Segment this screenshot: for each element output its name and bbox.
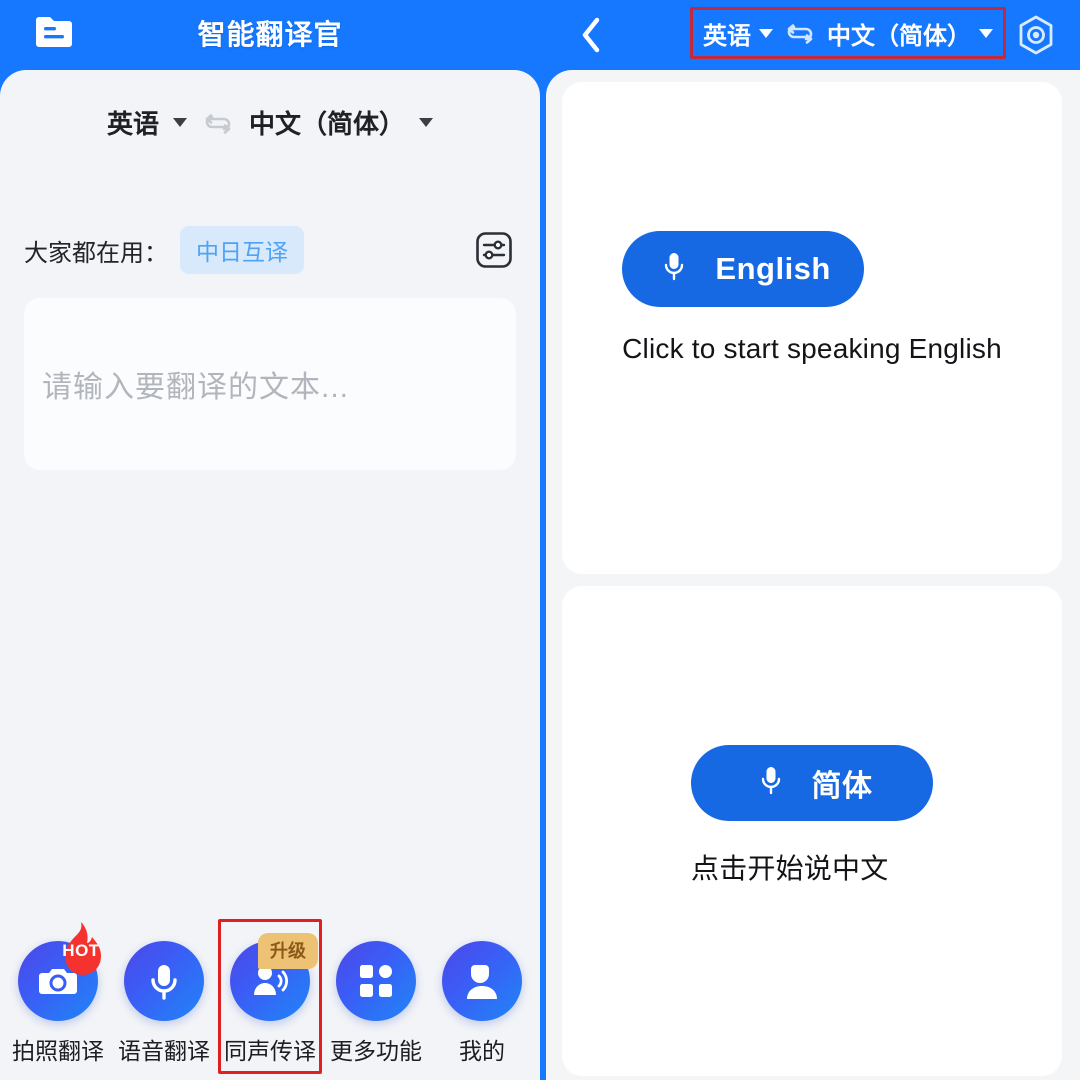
- right-panel: English Click to start speaking English …: [546, 70, 1080, 1080]
- app-root: 智能翻译官 英语 中文（简体） 英语 中文（简体） 大家都在用： 中日互译 请输…: [0, 0, 1080, 1080]
- nav-label-profile: 我的: [459, 1038, 505, 1064]
- speak-english-button-label: English: [715, 251, 831, 286]
- nav-item-more-features[interactable]: 更多功能: [324, 941, 428, 1066]
- left-language-selector: 英语 中文（简体）: [0, 104, 540, 141]
- microphone-icon[interactable]: [124, 941, 204, 1021]
- voice-card-english: English Click to start speaking English: [562, 82, 1062, 574]
- sliders-icon[interactable]: [472, 228, 516, 272]
- user-profile-icon[interactable]: [442, 941, 522, 1021]
- nav-label-voice-translate: 语音翻译: [118, 1038, 210, 1064]
- microphone-icon: [661, 250, 687, 289]
- speak-chinese-button-label: 简体: [811, 770, 873, 803]
- nav-label-simultaneous-interpretation: 同声传译: [224, 1038, 316, 1064]
- translation-input-placeholder[interactable]: 请输入要翻译的文本...: [42, 362, 349, 406]
- popular-pair-chip[interactable]: 中日互译: [180, 226, 304, 274]
- nav-label-more-features: 更多功能: [330, 1038, 422, 1064]
- hexagon-settings-icon[interactable]: [1014, 13, 1058, 57]
- popular-pairs-label: 大家都在用：: [24, 239, 168, 267]
- left-panel: 英语 中文（简体） 大家都在用： 中日互译 请输入要翻译的文本... HOT 拍…: [0, 70, 540, 1080]
- chevron-down-icon[interactable]: [979, 28, 993, 38]
- header-language-selector[interactable]: 英语 中文（简体）: [690, 7, 1006, 59]
- upgrade-badge[interactable]: 升级: [258, 933, 318, 969]
- hot-badge-label: HOT: [62, 941, 100, 960]
- top-bar: 智能翻译官 英语 中文（简体）: [0, 0, 1080, 70]
- grid-apps-icon[interactable]: [336, 941, 416, 1021]
- microphone-icon: [758, 764, 784, 803]
- chevron-down-icon[interactable]: [759, 28, 773, 38]
- back-chevron-icon[interactable]: [568, 12, 614, 58]
- translation-input-card[interactable]: 请输入要翻译的文本...: [24, 298, 516, 470]
- swap-languages-icon[interactable]: [783, 16, 817, 50]
- chevron-down-icon[interactable]: [173, 118, 187, 127]
- nav-label-photo-translate: 拍照翻译: [12, 1038, 104, 1064]
- popular-pairs-row: 大家都在用： 中日互译: [24, 226, 516, 274]
- nav-item-voice-translate[interactable]: 语音翻译: [112, 941, 216, 1066]
- header-source-language[interactable]: 英语: [703, 16, 751, 51]
- nav-item-simultaneous-interpretation[interactable]: 升级 同声传译: [218, 919, 322, 1074]
- hot-flame-badge: HOT: [50, 919, 112, 981]
- left-target-language[interactable]: 中文（简体）: [249, 104, 405, 141]
- chevron-down-icon[interactable]: [419, 118, 434, 127]
- left-source-language[interactable]: 英语: [107, 104, 159, 141]
- chinese-hint-text: 点击开始说中文: [691, 853, 889, 884]
- voice-card-chinese: 简体 点击开始说中文: [562, 586, 1062, 1076]
- nav-item-photo-translate[interactable]: HOT 拍照翻译: [6, 922, 110, 1066]
- header-target-language[interactable]: 中文（简体）: [827, 16, 971, 51]
- swap-languages-icon[interactable]: [201, 106, 235, 140]
- nav-item-profile[interactable]: 我的: [430, 941, 534, 1066]
- english-hint-text: Click to start speaking English: [622, 333, 1002, 364]
- speak-chinese-button[interactable]: 简体: [691, 745, 933, 821]
- page-title: 智能翻译官: [197, 19, 343, 50]
- bottom-navigation: HOT 拍照翻译 语音翻译 升级 同声传译 更多功能 我的: [0, 916, 540, 1074]
- speak-english-button[interactable]: English: [622, 231, 865, 307]
